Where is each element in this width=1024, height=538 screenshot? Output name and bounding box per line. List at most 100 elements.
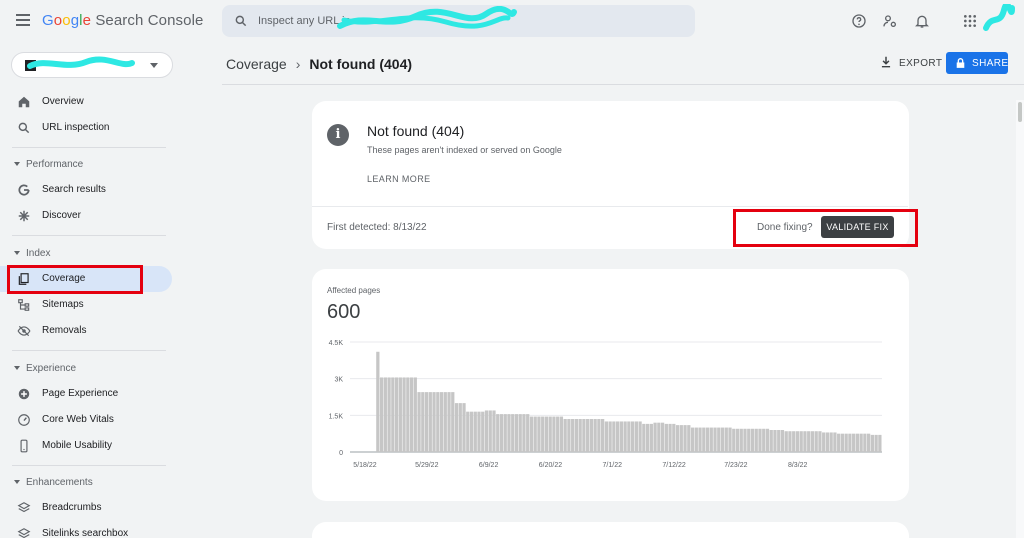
chart-bar [750, 428, 755, 452]
breadcrumb-coverage-link[interactable]: Coverage [226, 56, 287, 72]
validate-fix-button[interactable]: VALIDATE FIX [821, 216, 894, 238]
x-tick-label: 7/23/22 [724, 462, 747, 469]
chart-bar [833, 432, 837, 452]
chart-bar [735, 428, 740, 452]
chart-bar [567, 419, 571, 452]
chart-bar [758, 428, 762, 452]
chart-bar [675, 425, 680, 452]
chart-bar [492, 410, 496, 452]
collapse-triangle-icon [14, 366, 20, 371]
search-console-logo[interactable]: Google Search Console [42, 12, 203, 29]
sidebar-section-performance[interactable]: Performance [14, 159, 83, 170]
sidebar-item-overview[interactable]: Overview [0, 89, 172, 115]
sidebar-section-index[interactable]: Index [14, 248, 50, 259]
chart-bar [612, 421, 616, 452]
apps-grid-icon[interactable] [962, 13, 978, 29]
chart-bar [398, 377, 402, 452]
share-button[interactable]: SHARE [946, 52, 1008, 74]
sidebar-item-page-experience[interactable]: Page Experience [0, 381, 172, 407]
chart-bar [765, 428, 770, 452]
sidebar-section-experience[interactable]: Experience [14, 363, 76, 374]
chart-bar [383, 377, 387, 452]
property-favicon [25, 60, 36, 71]
help-icon[interactable] [851, 13, 867, 29]
chart-bar [394, 377, 399, 452]
sidebar-item-search-results[interactable]: Search results [0, 177, 172, 203]
chart-bar [413, 377, 417, 452]
avatar-redaction-scribble [983, 4, 1015, 31]
chart-bar [616, 421, 620, 452]
chart-bar [777, 430, 781, 452]
chart-bar [874, 434, 878, 452]
chart-bar [672, 423, 676, 452]
chart-bar [586, 419, 590, 452]
chart-bar [844, 433, 848, 452]
lock-icon [956, 58, 965, 68]
chart-bar [709, 427, 713, 452]
chart-bar [417, 392, 421, 452]
asterisk-icon [18, 210, 30, 222]
chart-bar [870, 434, 875, 452]
account-settings-icon[interactable] [882, 13, 898, 29]
hamburger-menu-icon[interactable] [16, 14, 30, 26]
chart-bar [807, 431, 811, 452]
chart-bar [852, 433, 856, 452]
chart-bar [447, 392, 451, 452]
x-tick-label: 6/9/22 [479, 462, 499, 469]
chart-bar [537, 416, 541, 452]
chart-bar [878, 434, 882, 452]
chart-bar [713, 427, 717, 452]
sidebar-item-sitelinks-searchbox[interactable]: Sitelinks searchbox [0, 521, 172, 538]
chart-bar [559, 416, 564, 452]
chart-bar [754, 428, 758, 452]
home-icon [18, 96, 30, 108]
download-icon [881, 56, 891, 68]
property-selector[interactable] [11, 52, 173, 78]
chart-bar [863, 433, 867, 452]
chart-bar [720, 427, 725, 452]
plus-circle-icon [18, 388, 30, 400]
chart-bar [694, 427, 698, 452]
info-icon: i [327, 124, 349, 146]
sidebar-item-core-web-vitals[interactable]: Core Web Vitals [0, 407, 172, 433]
search-input[interactable] [258, 11, 678, 31]
chart-bar [660, 422, 665, 452]
notifications-bell-icon[interactable] [914, 13, 930, 29]
scrollbar-thumb[interactable] [1018, 102, 1022, 122]
sidebar-item-removals[interactable]: Removals [0, 318, 172, 344]
chart-bar [818, 431, 822, 452]
sidebar-section-enhancements[interactable]: Enhancements [14, 477, 93, 488]
sidebar-item-mobile-usability[interactable]: Mobile Usability [0, 433, 172, 459]
layers-icon [17, 528, 31, 538]
eye-off-icon [17, 325, 31, 337]
chart-bar [687, 425, 691, 452]
chart-bar [657, 422, 661, 452]
page-title: Not found (404) [309, 56, 413, 72]
sidebar-item-breadcrumbs[interactable]: Breadcrumbs [0, 495, 172, 521]
issue-title: Not found (404) [367, 123, 465, 139]
chart-bar [683, 425, 687, 452]
x-tick-label: 7/12/22 [662, 462, 685, 469]
x-tick-label: 6/20/22 [539, 462, 562, 469]
url-inspection-search-bar[interactable] [222, 5, 695, 37]
chart-bar [799, 431, 803, 452]
sidebar-item-sitemaps[interactable]: Sitemaps [0, 292, 172, 318]
next-card [312, 522, 909, 538]
learn-more-link[interactable]: LEARN MORE [367, 174, 431, 184]
chart-bar [642, 423, 646, 452]
scrollbar-track[interactable] [1016, 100, 1024, 538]
chart-bar [784, 431, 788, 452]
chart-bar [409, 377, 414, 452]
sidebar-item-url-inspection[interactable]: URL inspection [0, 115, 172, 141]
card-divider [312, 206, 908, 207]
speedometer-icon [18, 414, 30, 426]
x-tick-label: 8/3/22 [788, 462, 808, 469]
sidebar-item-coverage[interactable]: Coverage [0, 266, 172, 292]
chart-bar [743, 428, 747, 452]
chart-bar [507, 414, 511, 452]
done-fixing-label: Done fixing? [757, 222, 813, 233]
chart-bar [451, 392, 455, 452]
sidebar-item-discover[interactable]: Discover [0, 203, 172, 229]
top-app-bar: Google Search Console [0, 0, 1024, 44]
chart-bar [867, 433, 871, 452]
